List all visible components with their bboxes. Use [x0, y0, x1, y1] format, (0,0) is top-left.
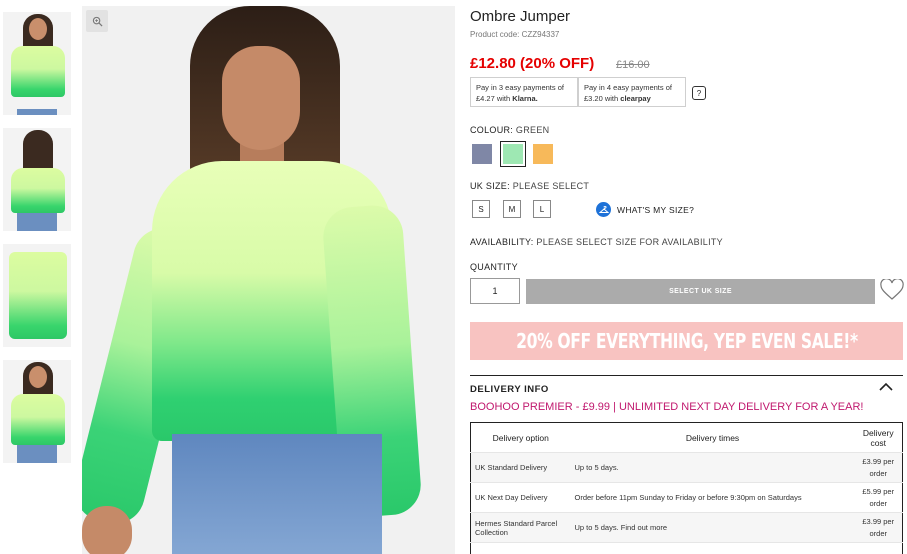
product-title: Ombre Jumper: [470, 8, 571, 25]
premier-link[interactable]: BOOHOO PREMIER - £9.99 | UNLIMITED NEXT …: [470, 401, 863, 413]
size-label: UK SIZE: PLEASE SELECT: [470, 181, 590, 191]
klarna-logo: Klarna.: [512, 94, 538, 103]
thumbnail-3[interactable]: [3, 244, 71, 347]
chevron-up-icon[interactable]: [879, 382, 893, 394]
colour-label: COLOUR: GREEN: [470, 125, 550, 135]
table-row: Hermes Standard Parcel Collection Up to 5…: [470, 512, 903, 543]
table-row: UK Standard Delivery Up to 5 days. £3.99 p…: [470, 452, 903, 483]
table-header: Delivery option: [492, 432, 549, 443]
swatch-blue-grey[interactable]: [472, 144, 492, 164]
swatch-orange[interactable]: [533, 144, 553, 164]
delivery-table: Delivery option Delivery times Delivery …: [470, 422, 903, 554]
main-product-image[interactable]: [82, 6, 455, 554]
thumbnail-4[interactable]: [3, 360, 71, 463]
clearpay-payment-box[interactable]: Pay in 4 easy payments of £3.20 with cle…: [578, 77, 686, 107]
thumbnail-1[interactable]: [3, 12, 71, 115]
quantity-input[interactable]: 1: [470, 278, 520, 304]
quantity-label: QUANTITY: [470, 262, 518, 272]
size-m-button[interactable]: M: [503, 200, 521, 218]
hanger-icon: [596, 202, 611, 217]
table-header: Delivery cost: [862, 427, 894, 448]
whats-my-size-link[interactable]: WHAT'S MY SIZE?: [596, 202, 694, 217]
sale-price: £12.80 (20% OFF): [470, 55, 595, 72]
select-size-button[interactable]: SELECT UK SIZE: [526, 279, 875, 304]
clearpay-logo: clearpay: [620, 94, 651, 103]
promo-banner[interactable]: 20% OFF EVERYTHING, YEP EVEN SALE!*: [470, 322, 903, 360]
original-price: £16.00: [616, 59, 650, 71]
payment-help-icon[interactable]: ?: [692, 86, 706, 100]
table-row: UK Next Day Delivery Order before 11pm Su…: [470, 482, 903, 513]
klarna-payment-box[interactable]: Pay in 3 easy payments of £4.27 with Kla…: [470, 77, 578, 107]
table-row: Hermes Next Day ParcelArriving in shops …: [470, 542, 903, 554]
thumbnail-list: [3, 12, 71, 476]
size-l-button[interactable]: L: [533, 200, 551, 218]
product-code: Product code: CZZ94337: [470, 30, 560, 39]
delivery-info-header[interactable]: DELIVERY INFO: [470, 375, 903, 395]
thumbnail-2[interactable]: [3, 128, 71, 231]
availability-label: AVAILABILITY: PLEASE SELECT SIZE FOR AVA…: [470, 237, 723, 247]
wishlist-heart-icon[interactable]: [880, 278, 904, 306]
table-header: Delivery times: [685, 432, 740, 443]
zoom-icon[interactable]: [86, 10, 108, 32]
swatch-green[interactable]: [500, 141, 526, 167]
size-s-button[interactable]: S: [472, 200, 490, 218]
